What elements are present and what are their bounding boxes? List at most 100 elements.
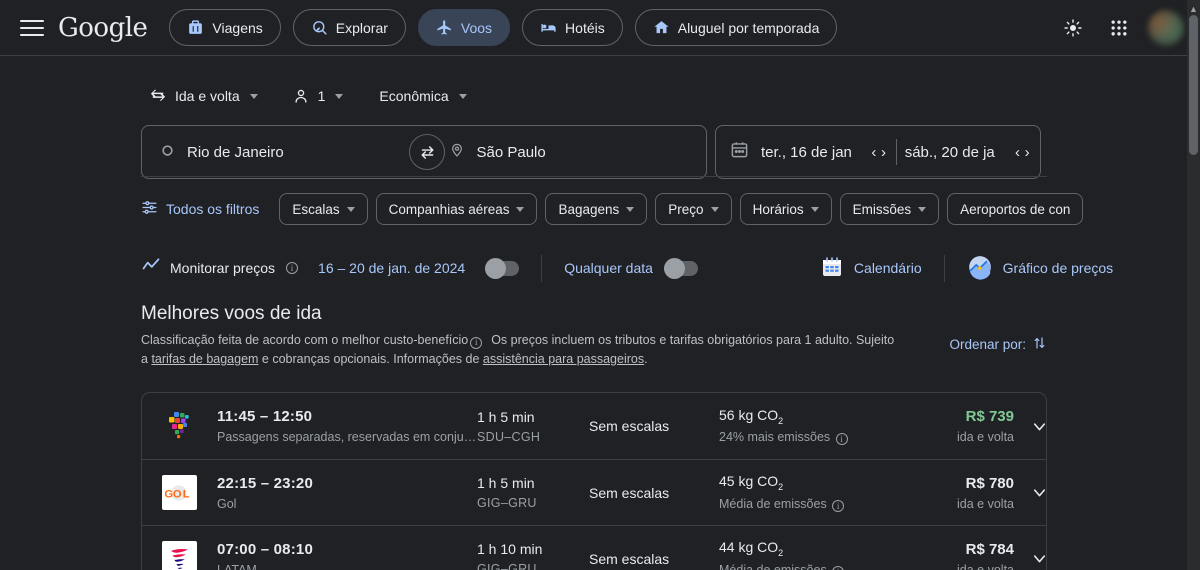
chevron-down-icon xyxy=(918,206,927,212)
filter-chip-aeroportos-de-conexao[interactable]: Aeroportos de con xyxy=(947,193,1084,225)
info-icon[interactable]: i xyxy=(286,262,299,274)
flight-co2: 56 kg CO2 xyxy=(719,407,904,426)
nav-chip-aluguel-temporada[interactable]: Aluguel por temporada xyxy=(634,9,838,46)
all-filters-button[interactable]: Todos os filtros xyxy=(141,199,271,219)
filter-chip-label: Escalas xyxy=(292,201,340,217)
sentence-end: . xyxy=(644,352,648,366)
flight-route: SDU–CGH xyxy=(477,429,541,444)
filter-chip-label: Companhias aéreas xyxy=(388,201,510,217)
origin-input[interactable]: Rio de Janeiro xyxy=(142,126,418,178)
filter-chip-horarios[interactable]: Horários xyxy=(739,193,832,225)
flight-price-note: ida e volta xyxy=(957,430,1014,444)
nav-chip-hoteis[interactable]: Hotéis xyxy=(522,9,623,46)
brightness-sun-icon[interactable] xyxy=(1056,11,1090,45)
scroll-up-arrow-icon[interactable]: ▲ xyxy=(1187,2,1200,15)
info-icon[interactable]: i xyxy=(470,336,483,349)
info-icon[interactable]: i xyxy=(835,433,848,446)
baggage-fees-link[interactable]: tarifas de bagagem xyxy=(151,352,258,366)
sort-by-button[interactable]: Ordenar por: xyxy=(949,335,1047,354)
trip-type-label: Ida e volta xyxy=(175,88,240,104)
expand-flight-button[interactable] xyxy=(1020,417,1046,436)
info-icon[interactable]: i xyxy=(832,565,845,570)
flight-emissions-note: Média de emissões i xyxy=(719,497,904,512)
filter-chip-companhias-aereas[interactable]: Companhias aéreas xyxy=(375,193,538,225)
flight-emissions-note: 24% mais emissões i xyxy=(719,430,904,446)
trip-type-selector[interactable]: Ida e volta xyxy=(141,80,266,112)
flight-price-note: ida e volta xyxy=(957,496,1014,511)
chevron-down-icon xyxy=(346,206,355,212)
swap-origin-destination-button[interactable] xyxy=(409,134,445,170)
all-filters-label: Todos os filtros xyxy=(166,201,260,217)
co2-value: 56 kg CO xyxy=(719,406,779,423)
google-logo[interactable]: Google xyxy=(58,13,148,43)
flight-stops-cell: Sem escalas xyxy=(589,418,719,434)
return-date-prev-button[interactable]: ‹ xyxy=(1013,139,1023,165)
nav-chip-label: Explorar xyxy=(335,19,388,36)
track-prices-toggle[interactable] xyxy=(485,257,520,279)
return-date-next-button[interactable]: › xyxy=(1022,139,1032,165)
calendar-button[interactable]: Calendário xyxy=(820,255,922,282)
chevron-down-icon xyxy=(1033,422,1045,430)
optional-charges-note: e cobranças opcionais. Informações de xyxy=(258,352,483,366)
flight-times: 11:45 – 12:50 xyxy=(217,408,313,425)
flight-stops-cell: Sem escalas xyxy=(589,551,719,567)
page-scrollbar[interactable]: ▲ xyxy=(1187,0,1200,570)
flight-emissions-cell: 45 kg CO2 Média de emissões i xyxy=(719,473,904,512)
flight-emissions-cell: 44 kg CO2 Média de emissões i xyxy=(719,539,904,570)
filter-chip-bagagens[interactable]: Bagagens xyxy=(545,193,648,225)
hamburger-menu-icon[interactable] xyxy=(20,16,44,40)
price-graph-button-label: Gráfico de preços xyxy=(1002,260,1114,276)
depart-date-prev-button[interactable]: ‹ xyxy=(869,139,879,165)
user-avatar[interactable] xyxy=(1148,9,1184,46)
filter-chip-emissoes[interactable]: Emissões xyxy=(839,193,940,225)
nav-chip-voos[interactable]: Voos xyxy=(417,9,511,46)
expand-flight-button[interactable] xyxy=(1020,483,1046,502)
price-graph-button[interactable]: Gráfico de preços xyxy=(967,254,1114,283)
depart-date-next-button[interactable]: › xyxy=(879,139,889,165)
header-actions xyxy=(1056,9,1200,46)
origin-circle-icon xyxy=(160,143,175,162)
google-apps-grid-icon[interactable] xyxy=(1102,11,1136,45)
nav-chip-label: Hotéis xyxy=(565,19,605,36)
destination-input[interactable]: São Paulo xyxy=(419,126,707,178)
filter-chip-label: Emissões xyxy=(852,201,912,217)
nav-chip-label: Aluguel por temporada xyxy=(677,19,820,36)
scrollbar-thumb[interactable] xyxy=(1189,15,1198,155)
passenger-assistance-link[interactable]: assistência para passageiros xyxy=(483,352,644,366)
flight-route: GIG–GRU xyxy=(477,562,537,570)
filter-chips-row: Todos os filtros Escalas Companhias aére… xyxy=(141,193,1187,225)
flight-stops-cell: Sem escalas xyxy=(589,485,719,501)
flight-duration-cell: 1 h 10 min GIG–GRU xyxy=(477,541,589,570)
trip-options-row: Ida e volta 1 Econômica xyxy=(0,56,1187,112)
tools-divider xyxy=(541,254,543,282)
airplane-icon xyxy=(436,19,453,36)
results-section: Melhores voos de ida Classificação feita… xyxy=(141,303,1047,570)
flight-stops: Sem escalas xyxy=(589,418,670,434)
info-icon[interactable]: i xyxy=(832,499,845,512)
return-date-field[interactable]: sáb., 20 de ja xyxy=(905,126,1013,178)
cabin-class-selector[interactable]: Econômica xyxy=(371,80,474,112)
flight-stops: Sem escalas xyxy=(589,550,670,567)
trending-chart-icon xyxy=(141,256,161,281)
table-row[interactable]: G O L 22:15 – 23:20 Gol 1 h 5 min GIG–GR… xyxy=(142,459,1046,525)
chevron-down-icon xyxy=(1033,489,1045,497)
filter-chip-preco[interactable]: Preço xyxy=(655,193,732,225)
table-row[interactable]: 11:45 – 12:50 Passagens separadas, reser… xyxy=(142,393,1046,459)
tools-divider-2 xyxy=(943,254,945,282)
filter-chip-escalas[interactable]: Escalas xyxy=(279,193,368,225)
nav-chip-viagens[interactable]: Viagens xyxy=(169,9,281,46)
passengers-selector[interactable]: 1 xyxy=(284,80,352,112)
expand-flight-button[interactable] xyxy=(1020,549,1046,568)
flight-time-cell: 07:00 – 08:10 LATAM xyxy=(217,541,477,570)
co2-value: 45 kg CO xyxy=(719,473,779,490)
any-date-toggle[interactable] xyxy=(663,257,698,279)
nav-chip-explorar[interactable]: Explorar xyxy=(292,9,406,46)
svg-text:G: G xyxy=(164,488,173,500)
filter-chip-label: Preço xyxy=(668,201,704,217)
depart-date-field[interactable]: ter., 16 de jan xyxy=(749,126,869,178)
cabin-class-label: Econômica xyxy=(379,88,449,104)
table-row[interactable]: 07:00 – 08:10 LATAM 1 h 10 min GIG–GRU S… xyxy=(142,525,1046,570)
chevron-down-icon xyxy=(458,93,467,99)
flight-times: 07:00 – 08:10 xyxy=(217,540,314,558)
date-fields: ter., 16 de jan ‹ › sáb., 20 de ja ‹ › xyxy=(715,125,1041,179)
